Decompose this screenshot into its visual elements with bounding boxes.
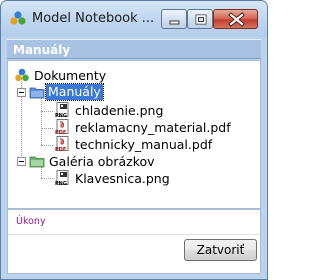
dialog-window: Model Notebook ... Manuály Dokumenty Man… [0,0,268,280]
pdf-file-icon: PDF [55,119,69,135]
maximize-icon [195,14,207,25]
window-title: Model Notebook ... [32,11,155,26]
tree-node-root[interactable]: Dokumenty [14,67,254,84]
tree-connector [41,128,53,129]
tree-node-label: Dokumenty [34,68,107,83]
svg-text:PDF: PDF [55,130,66,135]
collapse-toggle[interactable] [17,88,26,97]
tree-node-label: reklamacny_material.pdf [75,120,231,135]
tree-connector [41,178,53,179]
section-title: Manuály [13,43,71,57]
minimize-icon [169,20,180,25]
svg-text:PNG: PNG [55,113,67,118]
tree-node-label: Klavesnica.png [75,171,170,186]
svg-text:PDF: PDF [55,147,66,152]
divider [8,234,260,235]
tree-connector [41,96,42,145]
maximize-button[interactable] [187,9,213,29]
tree-connector [41,145,53,146]
actions-panel: Úkony Zatvoriť [7,209,261,274]
tree-node-label: technicky_manual.pdf [75,137,213,152]
tortoisesvn-icon [15,68,29,82]
svg-text:PNG: PNG [55,181,67,186]
section-header: Manuály [7,39,261,59]
document-tree[interactable]: Dokumenty Manuály PNG chladenie.png PDF … [7,60,261,209]
blue-folder-icon [29,87,45,99]
actions-label: Úkony [16,216,46,227]
close-button[interactable]: Zatvoriť [184,239,257,261]
png-file-icon: PNG [55,170,69,186]
tree-connector [41,111,53,112]
close-window-button[interactable] [213,9,258,29]
tree-node-folder-manualy[interactable]: Manuály [16,83,256,101]
title-bar[interactable]: Model Notebook ... [1,1,267,37]
minimize-button[interactable] [161,9,187,29]
tortoisesvn-icon [10,11,26,25]
collapse-toggle[interactable] [17,157,26,166]
png-file-icon: PNG [55,102,69,118]
green-folder-icon [29,156,45,168]
tree-node-file[interactable]: PDF technicky_manual.pdf [54,136,254,153]
tree-node-label: Galéria obrázkov [49,154,155,169]
pdf-file-icon: PDF [55,136,69,152]
tree-node-folder-galeria[interactable]: Galéria obrázkov [16,153,256,170]
tree-node-file[interactable]: PNG Klavesnica.png [54,170,254,187]
tree-node-label: chladenie.png [75,103,164,118]
tree-node-file[interactable]: PNG chladenie.png [54,102,254,119]
tree-node-file[interactable]: PDF reklamacny_material.pdf [54,119,254,136]
tree-node-label: Manuály [45,83,104,101]
close-icon [228,12,245,27]
